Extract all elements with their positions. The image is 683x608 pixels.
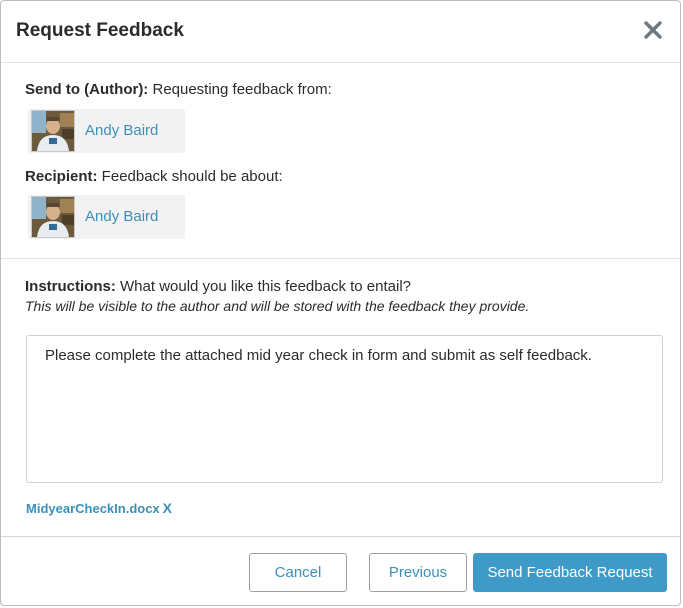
user-photo-icon: [32, 111, 74, 151]
instructions-label-bold: Instructions:: [25, 278, 116, 295]
recipient-label-text: Feedback should be about:: [97, 168, 283, 185]
send-to-label: Send to (Author): Requesting feedback fr…: [25, 81, 332, 98]
instructions-section: Instructions: What would you like this f…: [1, 259, 680, 537]
recipient-person-chip[interactable]: Andy Baird: [28, 195, 185, 239]
attachment: MidyearCheckIn.docx X: [26, 500, 172, 516]
previous-button[interactable]: Previous: [369, 553, 467, 592]
people-section: Send to (Author): Requesting feedback fr…: [1, 63, 680, 259]
avatar: [31, 196, 75, 238]
close-icon[interactable]: [642, 19, 664, 41]
recipient-label: Recipient: Feedback should be about:: [25, 168, 283, 185]
dialog-title: Request Feedback: [16, 20, 184, 41]
attachment-filename-link[interactable]: MidyearCheckIn.docx: [26, 501, 160, 516]
send-to-label-bold: Send to (Author):: [25, 81, 149, 98]
send-to-label-text: Requesting feedback from:: [148, 81, 332, 98]
instructions-textarea[interactable]: Please complete the attached mid year ch…: [26, 335, 663, 483]
request-feedback-dialog: Request Feedback Send to (Author): Reque…: [0, 0, 681, 606]
dialog-header: Request Feedback: [1, 1, 680, 63]
cancel-button[interactable]: Cancel: [249, 553, 347, 592]
send-feedback-request-button[interactable]: Send Feedback Request: [473, 553, 667, 592]
instructions-label: Instructions: What would you like this f…: [25, 278, 411, 295]
remove-attachment-button[interactable]: X: [163, 500, 172, 516]
instructions-note: This will be visible to the author and w…: [25, 298, 530, 314]
recipient-label-bold: Recipient:: [25, 168, 98, 185]
author-person-chip[interactable]: Andy Baird: [28, 109, 185, 153]
avatar: [31, 110, 75, 152]
recipient-name: Andy Baird: [85, 208, 159, 225]
instructions-label-text: What would you like this feedback to ent…: [115, 278, 412, 295]
dialog-footer: Cancel Previous Send Feedback Request: [1, 537, 680, 605]
author-name: Andy Baird: [85, 122, 159, 139]
user-photo-icon: [32, 197, 74, 237]
